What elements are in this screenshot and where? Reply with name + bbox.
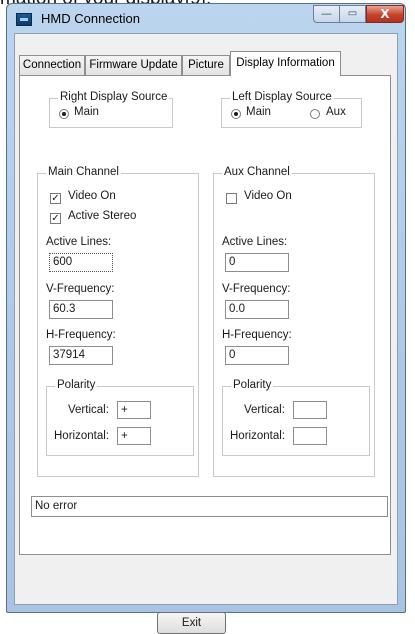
main-vfrequency-label: V-Frequency: xyxy=(46,283,115,295)
hmd-connection-window: HMD Connection — ▭ X Connection Firmware… xyxy=(6,3,406,634)
aux-video-on-label: Video On xyxy=(244,190,292,202)
left-display-source-title: Left Display Source xyxy=(230,91,334,103)
title-bar[interactable]: HMD Connection — ▭ X xyxy=(7,4,405,32)
tab-picture[interactable]: Picture xyxy=(182,55,230,75)
aux-polarity-title: Polarity xyxy=(231,379,274,391)
main-channel-group: Main Channel ✓ Video On ✓ Active Stereo … xyxy=(37,166,199,477)
left-source-main-radio[interactable] xyxy=(231,109,241,119)
window-title: HMD Connection xyxy=(41,11,140,26)
main-horizontal-polarity-field[interactable]: + xyxy=(117,427,151,445)
exit-button[interactable]: Exit xyxy=(157,612,226,634)
main-channel-title: Main Channel xyxy=(46,166,121,178)
aux-vfrequency-label: V-Frequency: xyxy=(222,283,291,295)
left-display-source-group: Left Display Source Main Aux xyxy=(221,91,362,128)
maximize-button[interactable]: ▭ xyxy=(340,5,366,23)
main-vertical-polarity-field[interactable]: + xyxy=(117,401,151,419)
main-polarity-group: Polarity Vertical: + Horizontal: + xyxy=(46,379,194,456)
main-active-lines-label: Active Lines: xyxy=(46,236,112,248)
main-hfrequency-field[interactable]: 37914 xyxy=(49,346,113,365)
aux-channel-group: Aux Channel Video On Active Lines: 0 V-F… xyxy=(213,166,375,477)
aux-horizontal-label: Horizontal: xyxy=(230,430,285,442)
main-video-on-checkbox[interactable]: ✓ xyxy=(50,193,61,204)
right-source-main-radio[interactable] xyxy=(59,109,69,119)
right-display-source-group: Right Display Source Main xyxy=(49,91,173,128)
main-active-stereo-checkbox[interactable]: ✓ xyxy=(50,213,61,224)
minimize-button[interactable]: — xyxy=(313,5,340,23)
main-hfrequency-label: H-Frequency: xyxy=(46,329,116,341)
left-source-main-label: Main xyxy=(246,106,271,118)
aux-vfrequency-field[interactable]: 0.0 xyxy=(225,300,289,319)
aux-active-lines-field[interactable]: 0 xyxy=(225,253,289,272)
tab-firmware-update[interactable]: Firmware Update xyxy=(85,55,182,75)
main-video-on-label: Video On xyxy=(68,190,116,202)
main-polarity-title: Polarity xyxy=(55,379,98,391)
status-field: No error xyxy=(31,496,388,517)
display-app-icon xyxy=(16,13,32,26)
aux-hfrequency-label: H-Frequency: xyxy=(222,329,292,341)
aux-channel-title: Aux Channel xyxy=(222,166,292,178)
display-information-panel: Right Display Source Main Left Display S… xyxy=(19,75,391,555)
main-active-lines-field[interactable]: 600 xyxy=(49,253,113,272)
main-active-stereo-label: Active Stereo xyxy=(68,210,137,222)
aux-hfrequency-field[interactable]: 0 xyxy=(225,346,289,365)
close-button[interactable]: X xyxy=(366,5,404,23)
aux-horizontal-polarity-field[interactable] xyxy=(293,427,327,445)
main-vertical-label: Vertical: xyxy=(68,404,109,416)
tab-connection[interactable]: Connection xyxy=(19,55,85,75)
right-display-source-title: Right Display Source xyxy=(58,91,170,103)
right-source-main-label: Main xyxy=(74,106,99,118)
aux-vertical-label: Vertical: xyxy=(244,404,285,416)
main-vfrequency-field[interactable]: 60.3 xyxy=(49,300,113,319)
aux-active-lines-label: Active Lines: xyxy=(222,236,288,248)
left-source-aux-label: Aux xyxy=(326,106,346,118)
left-source-aux-radio[interactable] xyxy=(310,109,320,119)
aux-video-on-checkbox[interactable] xyxy=(226,193,237,204)
main-horizontal-label: Horizontal: xyxy=(54,430,109,442)
client-area: Connection Firmware Update Picture Displ… xyxy=(14,33,398,634)
aux-vertical-polarity-field[interactable] xyxy=(293,401,327,419)
aux-polarity-group: Polarity Vertical: Horizontal: xyxy=(222,379,370,456)
tab-display-information[interactable]: Display Information xyxy=(230,51,341,76)
